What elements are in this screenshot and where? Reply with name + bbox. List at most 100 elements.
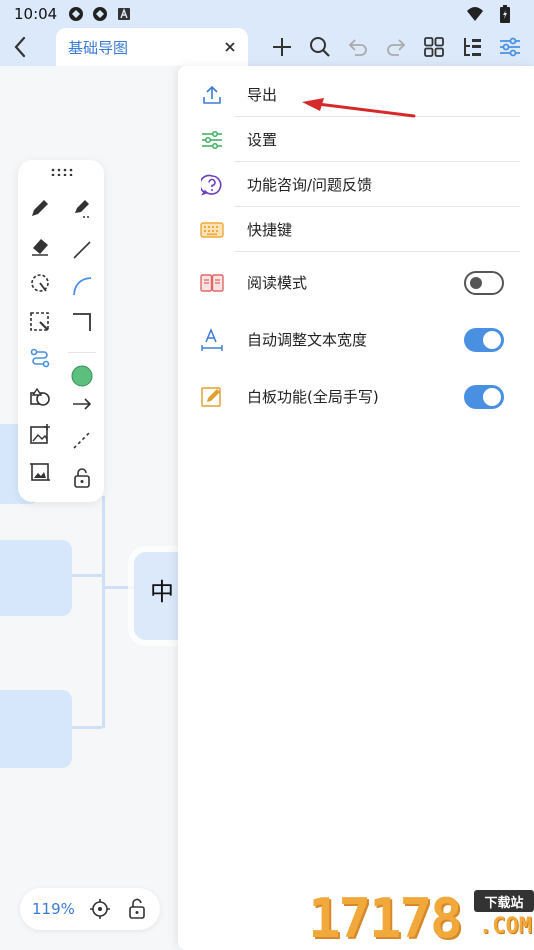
lock-icon bbox=[74, 468, 90, 488]
sliders-icon bbox=[198, 126, 226, 154]
toolbox-divider bbox=[68, 352, 96, 353]
settings-menu: 导出 设置 功能咨询/问题反馈 快捷键 阅读模式 自动调整文本宽度 白板功能(全… bbox=[178, 66, 534, 950]
menu-item-reading-mode[interactable]: 阅读模式 bbox=[178, 260, 534, 305]
arc-tool[interactable] bbox=[66, 270, 98, 302]
document-tab[interactable]: 基础导图 bbox=[56, 28, 248, 66]
pen-icon bbox=[32, 200, 48, 216]
corner-icon bbox=[73, 313, 91, 331]
menu-item-shortcuts[interactable]: 快捷键 bbox=[178, 207, 534, 252]
menu-divider bbox=[234, 251, 520, 252]
toggle-knob bbox=[483, 387, 501, 406]
unlock-icon bbox=[128, 898, 145, 919]
image-frame-icon bbox=[30, 463, 50, 481]
menu-item-feedback[interactable]: 功能咨询/问题反馈 bbox=[178, 162, 534, 207]
whiteboard-pen-icon bbox=[198, 383, 226, 411]
select-box-icon bbox=[30, 312, 49, 331]
sync-icon bbox=[67, 5, 85, 23]
question-icon bbox=[198, 171, 226, 199]
lasso-tool[interactable] bbox=[24, 268, 56, 300]
menu-item-label: 导出 bbox=[247, 86, 278, 104]
wifi-icon bbox=[466, 5, 484, 23]
toggle-knob bbox=[470, 276, 482, 289]
notification-a-icon bbox=[115, 5, 133, 23]
undo-icon bbox=[348, 39, 367, 56]
add-button[interactable] bbox=[266, 31, 298, 63]
line-tool[interactable] bbox=[66, 234, 98, 266]
shape-tool[interactable] bbox=[24, 382, 56, 414]
close-icon bbox=[225, 42, 235, 52]
lasso-icon bbox=[31, 274, 49, 292]
unlock-button[interactable] bbox=[125, 897, 148, 921]
line-icon bbox=[73, 241, 91, 259]
undo-button[interactable] bbox=[342, 31, 374, 63]
image-crop-tool[interactable] bbox=[24, 456, 56, 488]
corner-tool[interactable] bbox=[66, 306, 98, 338]
dashed-line-tool[interactable] bbox=[66, 424, 98, 456]
layout-button[interactable] bbox=[418, 31, 450, 63]
connector-icon bbox=[30, 348, 50, 368]
settings-button[interactable] bbox=[494, 31, 526, 63]
menu-item-label: 自动调整文本宽度 bbox=[247, 331, 368, 349]
watermark-badge: 下载站 bbox=[474, 890, 534, 912]
crosshair-icon bbox=[90, 899, 111, 919]
tab-title: 基础导图 bbox=[68, 38, 129, 57]
outline-icon bbox=[464, 38, 481, 56]
mindmap-node[interactable] bbox=[0, 690, 72, 768]
mindmap-node[interactable] bbox=[0, 540, 72, 616]
status-time: 10:04 bbox=[14, 5, 58, 23]
pen-tool[interactable] bbox=[24, 192, 56, 224]
reading-mode-toggle[interactable] bbox=[464, 270, 504, 295]
sync-icon bbox=[91, 5, 109, 23]
menu-item-label: 快捷键 bbox=[247, 221, 293, 239]
outline-button[interactable] bbox=[456, 31, 488, 63]
back-button[interactable] bbox=[0, 28, 40, 66]
image-add-icon bbox=[30, 424, 50, 444]
menu-item-whiteboard[interactable]: 白板功能(全局手写) bbox=[178, 374, 534, 419]
connector-tool[interactable] bbox=[24, 342, 56, 374]
node-connector bbox=[104, 586, 136, 589]
node-connector bbox=[72, 726, 102, 729]
tab-close-button[interactable] bbox=[220, 37, 240, 57]
eraser-icon bbox=[32, 239, 48, 256]
node-connector bbox=[102, 496, 105, 728]
arc-icon bbox=[73, 277, 92, 296]
add-icon bbox=[273, 38, 291, 56]
locate-center-button[interactable] bbox=[89, 897, 112, 921]
back-arrow-icon bbox=[14, 36, 26, 58]
menu-item-auto-text-width[interactable]: 自动调整文本宽度 bbox=[178, 317, 534, 362]
watermark-suffix: .COM bbox=[479, 914, 532, 939]
search-button[interactable] bbox=[304, 31, 336, 63]
drag-handle-icon[interactable] bbox=[50, 168, 74, 176]
highlighter-icon bbox=[75, 200, 91, 218]
keyboard-icon bbox=[198, 216, 226, 244]
zoom-level[interactable]: 119% bbox=[32, 900, 75, 918]
lock-tool[interactable] bbox=[66, 462, 98, 494]
drawing-toolbox bbox=[18, 160, 104, 502]
site-watermark-logo: 17178 下载站 .COM bbox=[308, 888, 534, 950]
zoom-bar: 119% bbox=[20, 888, 160, 930]
menu-item-label: 功能咨询/问题反馈 bbox=[247, 176, 373, 194]
auto-text-width-toggle[interactable] bbox=[464, 327, 504, 352]
insert-image-tool[interactable] bbox=[24, 418, 56, 450]
settings-sliders-icon bbox=[500, 37, 520, 57]
color-swatch-icon bbox=[71, 365, 93, 387]
watermark-number: 17178 bbox=[308, 887, 463, 950]
eraser-tool[interactable] bbox=[24, 230, 56, 262]
redo-icon bbox=[387, 39, 406, 56]
highlighter-tool[interactable] bbox=[66, 192, 98, 224]
arrow-tool[interactable] bbox=[66, 388, 98, 420]
redo-button[interactable] bbox=[380, 31, 412, 63]
node-connector bbox=[72, 574, 102, 577]
center-node-text: 中 bbox=[150, 578, 174, 606]
menu-item-settings[interactable]: 设置 bbox=[178, 117, 534, 162]
whiteboard-toggle[interactable] bbox=[464, 384, 504, 409]
select-tool[interactable] bbox=[24, 306, 56, 338]
battery-icon bbox=[496, 5, 514, 23]
book-icon bbox=[198, 269, 226, 297]
arrow-right-icon bbox=[73, 398, 92, 410]
toggle-knob bbox=[483, 330, 501, 349]
search-icon bbox=[310, 37, 330, 57]
dashed-line-icon bbox=[73, 431, 91, 449]
menu-item-label: 白板功能(全局手写) bbox=[247, 388, 379, 406]
menu-item-label: 设置 bbox=[247, 131, 278, 149]
